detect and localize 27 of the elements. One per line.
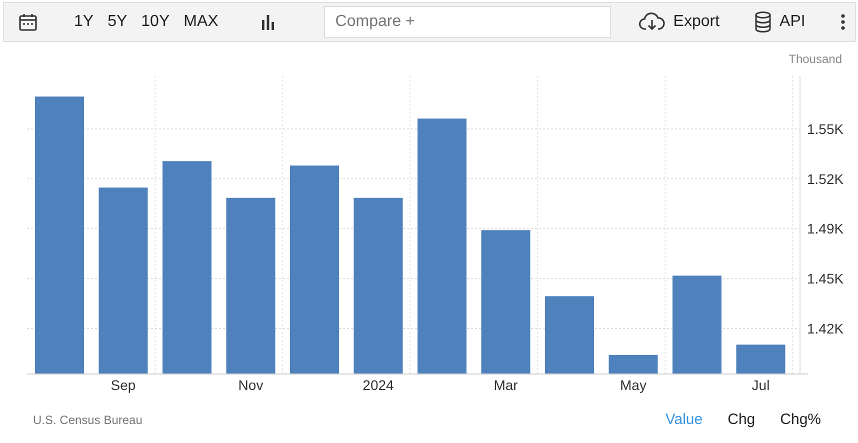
axis-label: 1.42K bbox=[807, 320, 844, 336]
axis-label: 1.45K bbox=[807, 270, 844, 287]
axis-label: 1.52K bbox=[807, 170, 844, 187]
axis-label: 1.55K bbox=[807, 120, 844, 137]
axis-label: Nov bbox=[238, 377, 264, 393]
range-button[interactable]: 10Y bbox=[141, 13, 170, 31]
axis-label: Sep bbox=[110, 377, 136, 393]
more-options-icon[interactable] bbox=[841, 14, 846, 30]
source-label: U.S. Census Bureau bbox=[33, 412, 144, 426]
range-button[interactable]: 1Y bbox=[74, 13, 94, 31]
range-button[interactable]: MAX bbox=[184, 13, 218, 31]
mode-tab[interactable]: Chg% bbox=[780, 411, 821, 428]
api-button[interactable]: API bbox=[754, 11, 806, 33]
compare-field[interactable]: Compare + bbox=[324, 6, 612, 38]
axis-label: May bbox=[620, 377, 646, 393]
axis-label: 2024 bbox=[362, 377, 394, 393]
bar-chart-icon[interactable] bbox=[260, 14, 276, 30]
axis-label: 1.49K bbox=[807, 220, 844, 237]
export-button[interactable]: Export bbox=[639, 12, 720, 32]
calendar-icon[interactable] bbox=[18, 12, 38, 32]
database-icon bbox=[754, 11, 772, 33]
range-button[interactable]: 5Y bbox=[108, 13, 128, 31]
axis-label: Mar bbox=[494, 377, 518, 393]
unit-label: Thousand bbox=[788, 52, 842, 66]
mode-tab[interactable]: Chg bbox=[728, 411, 756, 428]
axis-label: Jul bbox=[752, 377, 770, 393]
cloud-download-icon bbox=[639, 12, 666, 32]
